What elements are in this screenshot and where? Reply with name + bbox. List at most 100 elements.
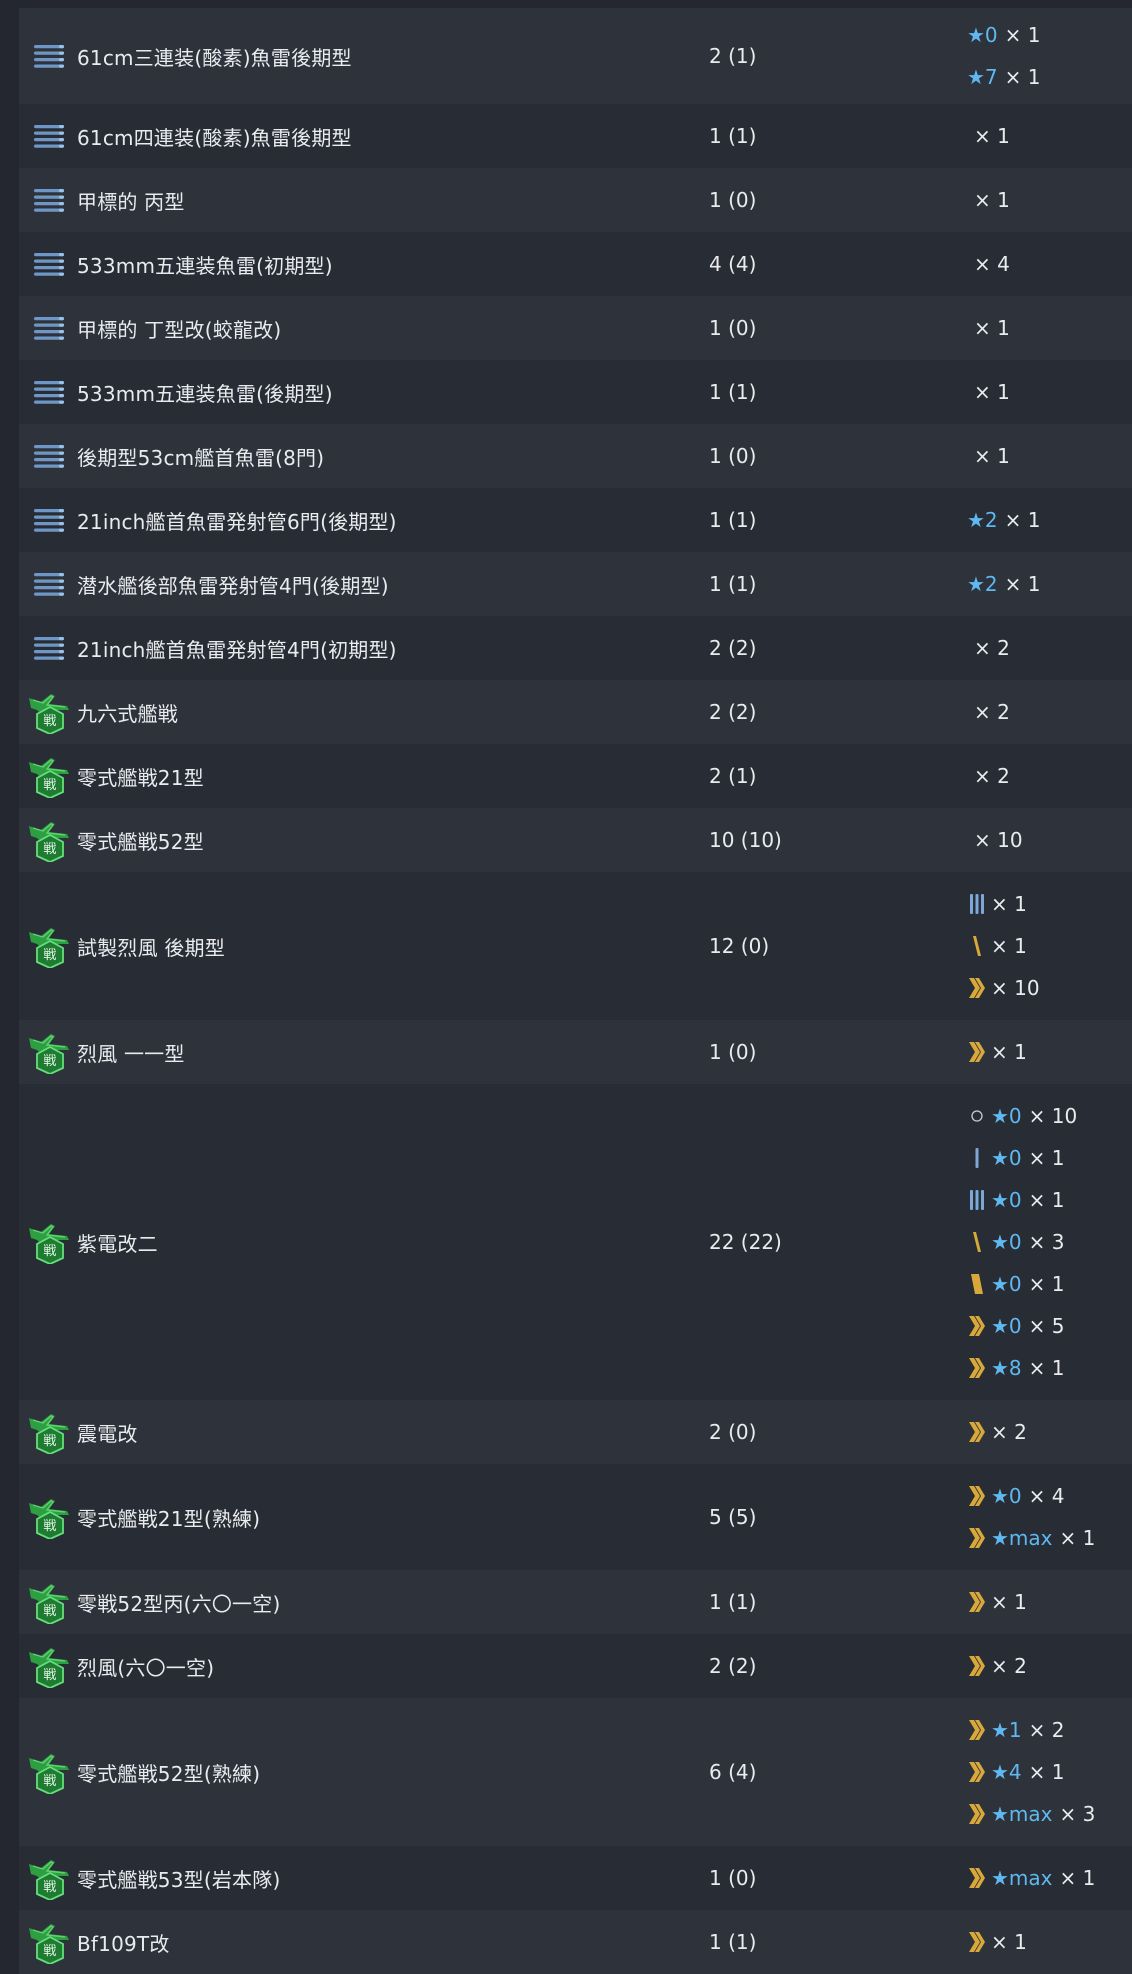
equipment-name-cell: 戦 零式艦戦21型(熟練) [19,1495,709,1539]
table-row: 戦 零戦52型丙(六〇一空) 1 (1) × 1 [19,1570,1132,1634]
equipment-count: 5 (5) [709,1505,757,1529]
quantity-multiplier: × 1 [974,316,1010,340]
equipment-count: 1 (0) [709,316,757,340]
fighter-icon: 戦 [27,818,71,862]
proficiency-line: × 2 [967,691,1132,733]
equipment-count: 2 (2) [709,700,757,724]
equipment-count: 1 (1) [709,1590,757,1614]
prof-7-icon [967,1930,987,1954]
torpedo-icon [27,562,71,606]
table-row: 21inch艦首魚雷発射管6門(後期型) 1 (1) ★2 × 1 [19,488,1132,552]
quantity-multiplier: × 1 [974,444,1010,468]
quantity-multiplier: × 2 [1028,1718,1065,1742]
proficiency-line: ★2 × 1 [967,499,1132,541]
proficiency-cell: × 1 [967,298,1132,358]
equipment-name: 九六式艦戦 [77,701,178,726]
fighter-icon: 戦 [27,1410,71,1454]
equipment-name: 21inch艦首魚雷発射管4門(初期型) [77,637,397,662]
proficiency-line: × 1 [967,1031,1132,1073]
improvement-star: ★4 [991,1760,1022,1784]
fighter-icon: 戦 [27,690,71,734]
torpedo-icon [27,370,71,414]
equipment-count: 12 (0) [709,934,770,958]
svg-text:戦: 戦 [43,948,56,963]
equipment-name-cell: 戦 零式艦戦53型(岩本隊) [19,1856,709,1900]
prof-3-icon [967,892,987,916]
equipment-count: 1 (0) [709,444,757,468]
prof-7-icon [967,976,987,1000]
proficiency-cell: ★1 × 2 ★4 × 1 ★max × 3 [967,1700,1132,1844]
improvement-star: ★max [991,1866,1053,1890]
table-row: 61cm四連装(酸素)魚雷後期型 1 (1) × 1 [19,104,1132,168]
proficiency-line: × 2 [967,1645,1132,1687]
equipment-name: Bf109T改 [77,1931,170,1956]
quantity-multiplier: × 1 [1028,1760,1065,1784]
table-row: 甲標的 丁型改(蛟龍改) 1 (0) × 1 [19,296,1132,360]
equipment-count: 1 (1) [709,508,757,532]
proficiency-cell: × 1 [967,170,1132,230]
quantity-multiplier: × 1 [1028,1356,1065,1380]
improvement-star: ★0 [967,23,998,47]
torpedo-icon [27,626,71,670]
prof-4-icon [967,934,987,958]
equipment-name-cell: 戦 零式艦戦52型(熟練) [19,1750,709,1794]
table-row: 戦 九六式艦戦 2 (2) × 2 [19,680,1132,744]
quantity-multiplier: × 1 [991,1590,1027,1614]
equipment-name: 烈風 一一型 [77,1041,185,1066]
improvement-star: ★max [991,1802,1053,1826]
torpedo-icon [27,242,71,286]
improvement-star: ★0 [991,1104,1022,1128]
torpedo-icon [27,34,71,78]
equipment-name-cell: 戦 烈風(六〇一空) [19,1644,709,1688]
table-row: 戦 零式艦戦53型(岩本隊) 1 (0) ★max × 1 [19,1846,1132,1910]
quantity-multiplier: × 1 [974,188,1010,212]
proficiency-line: × 2 [967,627,1132,669]
equipment-name: 零式艦戦21型 [77,765,204,790]
prof-7-icon [967,1484,987,1508]
equipment-name: 零式艦戦52型 [77,829,204,854]
fighter-icon: 戦 [27,1220,71,1264]
fighter-icon: 戦 [27,1750,71,1794]
prof-7-icon [967,1356,987,1380]
equipment-count: 1 (1) [709,572,757,596]
equipment-name: 紫電改二 [77,1231,158,1256]
proficiency-line: × 2 [967,755,1132,797]
proficiency-cell: ★2 × 1 [967,490,1132,550]
quantity-multiplier: × 1 [1059,1866,1096,1890]
quantity-multiplier: × 5 [1028,1314,1065,1338]
quantity-multiplier: × 1 [991,1040,1027,1064]
quantity-multiplier: × 2 [974,700,1010,724]
torpedo-icon [27,434,71,478]
prof-7-icon [967,1718,987,1742]
proficiency-cell: ★0 × 10 ★0 × 1 ★0 × 1 ★0 × 3 ★0 × 1 ★0 × 5 ★8 × 1 [967,1086,1132,1398]
proficiency-cell: × 2 [967,1402,1132,1462]
equipment-count: 2 (1) [709,44,757,68]
table-row: 21inch艦首魚雷発射管4門(初期型) 2 (2) × 2 [19,616,1132,680]
svg-text:戦: 戦 [43,1244,56,1259]
fighter-icon: 戦 [27,1495,71,1539]
improvement-star: ★2 [967,508,998,532]
quantity-multiplier: × 1 [974,380,1010,404]
prof-4-icon [967,1230,987,1254]
fighter-icon: 戦 [27,1920,71,1964]
quantity-multiplier: × 1 [1028,1188,1065,1212]
proficiency-line: ★0 × 3 [967,1221,1132,1263]
proficiency-line: × 1 [967,307,1132,349]
quantity-multiplier: × 1 [991,934,1027,958]
proficiency-line: × 2 [967,1411,1132,1453]
prof-6-icon [967,1272,987,1296]
equipment-name-cell: 戦 震電改 [19,1410,709,1454]
proficiency-line: ★max × 3 [967,1793,1132,1835]
equipment-name-cell: 戦 零戦52型丙(六〇一空) [19,1580,709,1624]
table-row: 戦零式艦戦21型(熟練) 5 (5) ★0 × 4 ★max × 1 [19,1464,1132,1570]
fighter-icon: 戦 [27,1580,71,1624]
quantity-multiplier: × 1 [1004,572,1041,596]
quantity-multiplier: × 1 [1059,1526,1096,1550]
table-row: 戦 Bf109T改 1 (1) × 1 [19,1910,1132,1974]
quantity-multiplier: × 1 [1028,1272,1065,1296]
prof-7-icon [967,1420,987,1444]
fighter-icon: 戦 [27,1644,71,1688]
svg-text:戦: 戦 [43,1519,56,1534]
proficiency-line: ★0 × 1 [967,1179,1132,1221]
proficiency-cell: × 1 [967,1022,1132,1082]
